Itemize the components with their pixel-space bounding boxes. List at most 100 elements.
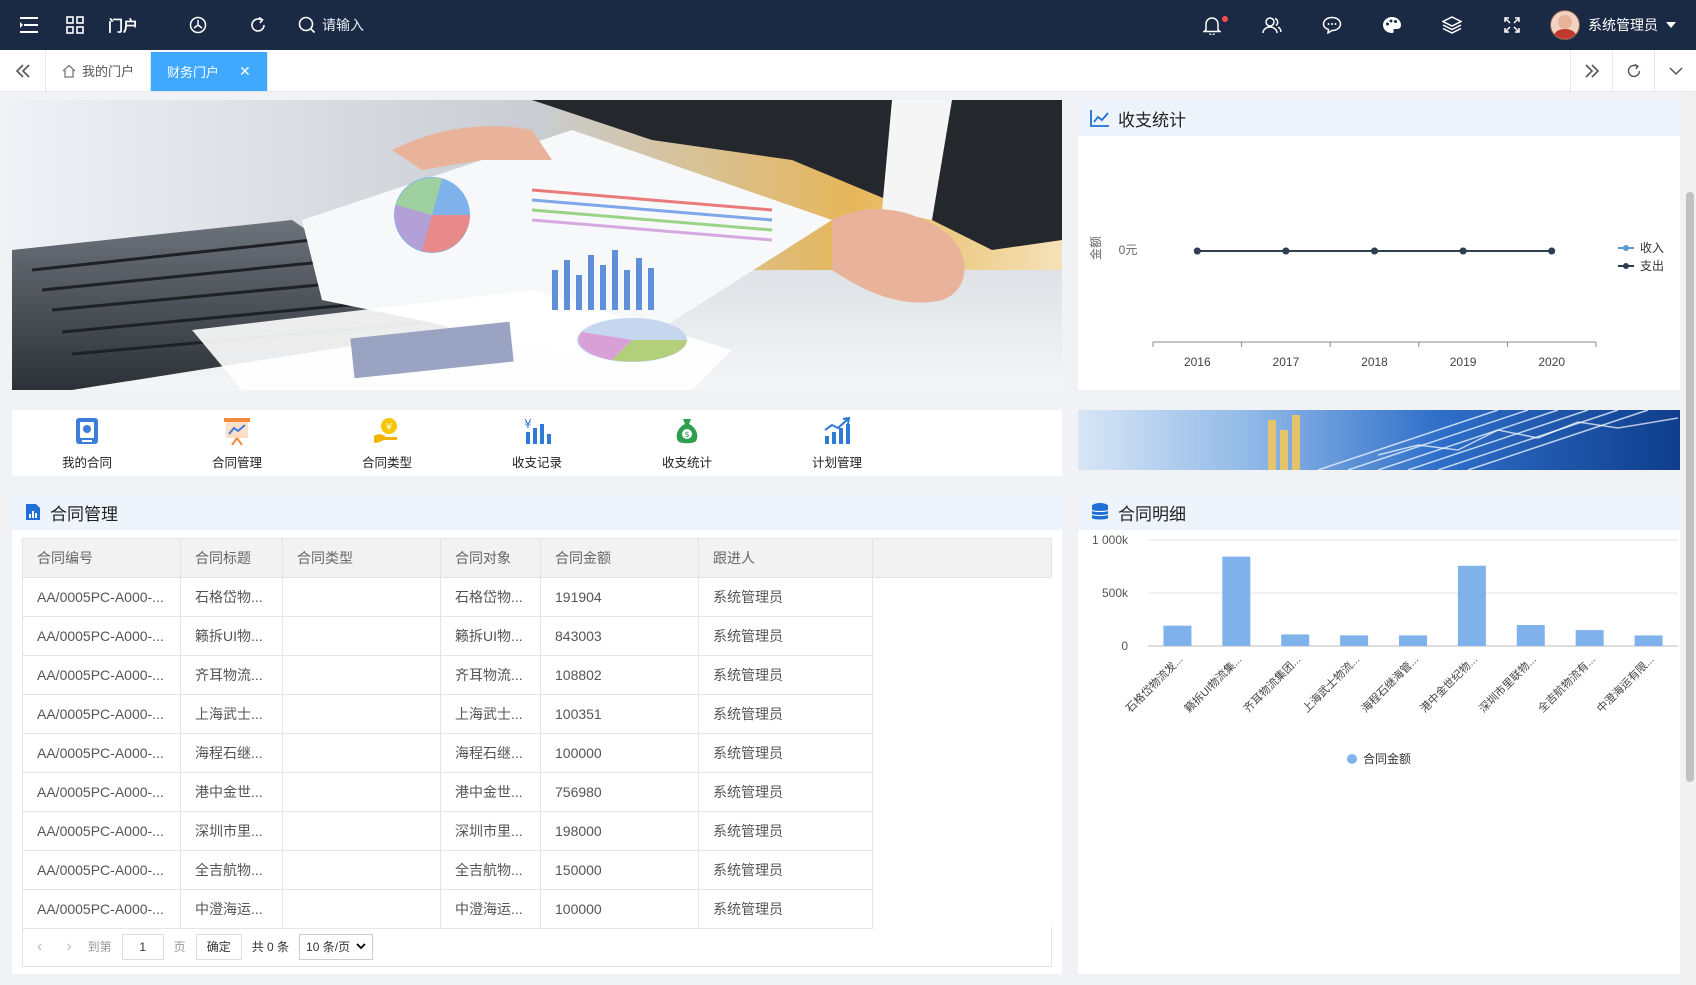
tab-dropdown-button[interactable] [1654, 50, 1696, 91]
search-icon [298, 16, 316, 34]
x-tick-label: 2020 [1538, 355, 1565, 369]
table-cell-extra [872, 694, 1052, 734]
tab-bar: 我的门户 财务门户 ✕ [0, 50, 1696, 92]
table-row[interactable]: AA/0005PC-A000-... 上海武士... 上海武士... 100351 系统… [22, 694, 1052, 734]
apps-grid-icon[interactable] [60, 0, 90, 50]
x-tick-label: 2019 [1450, 355, 1477, 369]
stats-title: 收支统计 [1118, 110, 1186, 130]
tab-my-portal[interactable]: 我的门户 [46, 50, 152, 91]
column-header[interactable]: 合同金额 [540, 538, 699, 578]
close-icon[interactable]: ✕ [239, 63, 251, 80]
home-icon [62, 64, 76, 78]
svg-text:$: $ [684, 430, 689, 439]
refresh-icon[interactable] [228, 0, 288, 50]
shortcut-plan-management[interactable]: 计划管理 [762, 410, 912, 476]
tab-refresh-button[interactable] [1612, 50, 1654, 91]
column-header[interactable]: 合同类型 [282, 538, 441, 578]
table-cell-extra [872, 577, 1052, 617]
layers-icon[interactable] [1422, 0, 1482, 50]
message-icon[interactable] [1302, 0, 1362, 50]
bar [1222, 556, 1251, 646]
x-tick-label: 深圳市里联物... [1476, 652, 1539, 715]
table-cell: 系统管理员 [698, 772, 873, 812]
total-count: 共 0 条 [251, 940, 290, 954]
x-tick-label: 上海武士物流... [1299, 652, 1362, 715]
column-header[interactable]: 跟进人 [698, 538, 873, 578]
page-size-select[interactable]: 10 条/页 [299, 933, 374, 960]
contract-management-panel: 合同管理 合同编号 合同标题 合同类型 合同对象 合同金额 跟进人 AA/000… [12, 494, 1062, 974]
contract-table: 合同编号 合同标题 合同类型 合同对象 合同金额 跟进人 AA/0005PC-A… [22, 538, 1052, 929]
finance-small-banner-image [1078, 410, 1680, 470]
table-cell: 海程石继... [440, 733, 541, 773]
bar [1340, 635, 1369, 646]
table-row[interactable]: AA/0005PC-A000-... 齐耳物流... 齐耳物流... 108802 系统… [22, 655, 1052, 695]
column-header[interactable]: 合同标题 [180, 538, 283, 578]
scrollbar-thumb[interactable] [1686, 192, 1694, 782]
table-header-row: 合同编号 合同标题 合同类型 合同对象 合同金额 跟进人 [22, 538, 1052, 578]
finance-banner-image [12, 100, 1062, 390]
page-number-input[interactable]: 1 [121, 933, 164, 960]
bar [1575, 630, 1604, 646]
tab-finance-portal[interactable]: 财务门户 ✕ [151, 52, 268, 91]
table-cell: 海程石继... [180, 733, 283, 773]
user-menu[interactable]: 系统管理员 [1542, 10, 1696, 40]
stats-header: 收支统计 [1078, 100, 1680, 136]
x-tick-label: 2018 [1361, 355, 1388, 369]
table-row[interactable]: AA/0005PC-A000-... 全吉航物... 全吉航物... 150000 系统… [22, 850, 1052, 890]
portal-menu[interactable]: 门户 [108, 15, 138, 36]
table-cell: 中澄海运... [180, 889, 283, 929]
shortcut-income-expense-records[interactable]: ¥ 收支记录 [462, 410, 612, 476]
table-cell: 上海武士... [440, 694, 541, 734]
growth-chart-icon [824, 416, 851, 444]
bar [1163, 625, 1192, 646]
table-cell: 系统管理员 [698, 577, 873, 617]
column-header[interactable]: 合同对象 [440, 538, 541, 578]
table-cell: 191904 [540, 577, 699, 617]
menu-toggle-icon[interactable] [0, 0, 60, 50]
legend-marker [1347, 754, 1357, 764]
chevron-down-icon [1668, 66, 1683, 75]
table-row[interactable]: AA/0005PC-A000-... 籁拆UI物... 籁拆UI物... 843003… [22, 616, 1052, 656]
confirm-page-button[interactable]: 确定 [195, 933, 242, 960]
palette-icon[interactable] [1362, 0, 1422, 50]
table-cell: 系统管理员 [698, 889, 873, 929]
contract-header: 合同管理 [12, 494, 1062, 530]
table-cell: AA/0005PC-A000-... [22, 655, 181, 695]
table-cell-extra [872, 889, 1052, 929]
table-row[interactable]: AA/0005PC-A000-... 深圳市里... 深圳市里... 198000 系统… [22, 811, 1052, 851]
users-icon[interactable] [1242, 0, 1302, 50]
x-tick-label: 2017 [1273, 355, 1300, 369]
table-cell: AA/0005PC-A000-... [22, 733, 181, 773]
dashboard-icon[interactable] [168, 0, 228, 50]
bar [1281, 634, 1310, 646]
bell-icon[interactable] [1182, 0, 1242, 50]
chevron-right-icon[interactable]: › [66, 938, 71, 956]
tabs-scroll-right-button[interactable] [1570, 50, 1612, 91]
table-cell: AA/0005PC-A000-... [22, 811, 181, 851]
shortcut-label: 收支记录 [511, 455, 562, 470]
search-box[interactable]: 请输入 [298, 15, 364, 35]
shortcut-label: 收支统计 [661, 455, 712, 470]
page-scrollbar[interactable] [1684, 92, 1696, 985]
table-cell: 100000 [540, 733, 699, 773]
shortcut-contract-type[interactable]: ¥ 合同类型 [312, 410, 462, 476]
table-row[interactable]: AA/0005PC-A000-... 港中金世... 港中金世... 756980 系统… [22, 772, 1052, 812]
table-cell: AA/0005PC-A000-... [22, 616, 181, 656]
table-row[interactable]: AA/0005PC-A000-... 海程石继... 海程石继... 100000 系统… [22, 733, 1052, 773]
table-cell [282, 616, 441, 656]
legend-marker [1623, 263, 1629, 269]
shortcut-my-contract[interactable]: 我的合同 [12, 410, 162, 476]
fullscreen-icon[interactable] [1482, 0, 1542, 50]
table-row[interactable]: AA/0005PC-A000-... 中澄海运... 中澄海运... 100000 系统… [22, 889, 1052, 929]
column-header[interactable]: 合同编号 [22, 538, 181, 578]
table-row[interactable]: AA/0005PC-A000-... 石格岱物... 石格岱物... 191904 系统… [22, 577, 1052, 617]
bar [1399, 635, 1427, 646]
table-cell: 籁拆UI物... [180, 616, 283, 656]
table-cell-extra [872, 811, 1052, 851]
top-bar: 门户 请输入 系统管理员 [0, 0, 1696, 50]
data-point [1193, 247, 1201, 255]
tabs-scroll-left-button[interactable] [0, 50, 46, 91]
shortcut-income-expense-stats[interactable]: $ 收支统计 [612, 410, 762, 476]
shortcut-contract-management[interactable]: 合同管理 [162, 410, 312, 476]
chevron-left-icon[interactable]: ‹ [37, 938, 42, 956]
